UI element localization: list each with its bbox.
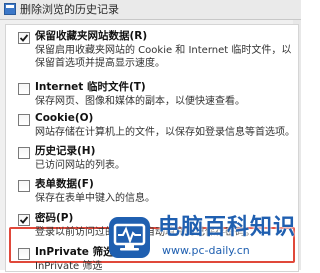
checkbox[interactable] <box>18 83 30 95</box>
option-description: 保留启用收藏夹网站的 Cookie 和 Internet 临时文件，以保留首选项… <box>35 45 292 69</box>
option-description: 已访问网站的列表。 <box>35 160 125 171</box>
option-label: Cookie(O) <box>35 112 94 124</box>
option-label: 保留收藏夹网站数据(R) <box>35 30 148 42</box>
title-bar: 删除浏览的历史记录 <box>0 0 301 20</box>
option-description: 保存在表单中键入的信息。 <box>35 193 155 204</box>
option-label: 密码(P) <box>35 212 74 224</box>
watermark-title: 电脑百科知识 <box>158 215 297 240</box>
checkbox[interactable] <box>18 114 30 126</box>
option-label: 历史记录(H) <box>35 145 96 157</box>
monitor-logo-icon <box>109 217 150 258</box>
option-description: 网站存储在计算机上的文件，以保存如登录信息等首选项。 <box>35 127 295 138</box>
checkbox[interactable] <box>18 214 30 226</box>
option-label: Internet 临时文件(T) <box>35 81 146 93</box>
checkbox[interactable] <box>18 248 30 260</box>
watermark-url: www.pc-daily.cn <box>162 244 250 257</box>
checkbox[interactable] <box>18 32 30 44</box>
option-label: 表单数据(F) <box>35 178 94 190</box>
checkbox[interactable] <box>18 147 30 159</box>
watermark: 电脑百科知识 www.pc-daily.cn <box>100 207 301 270</box>
option-description: 保存网页、图像和媒体的副本，以便快速查看。 <box>35 96 245 107</box>
window-icon <box>4 3 16 15</box>
checkmark-icon <box>19 34 29 42</box>
checkmark-icon <box>19 216 29 224</box>
checkbox[interactable] <box>18 180 30 192</box>
window-title: 删除浏览的历史记录 <box>20 3 119 16</box>
